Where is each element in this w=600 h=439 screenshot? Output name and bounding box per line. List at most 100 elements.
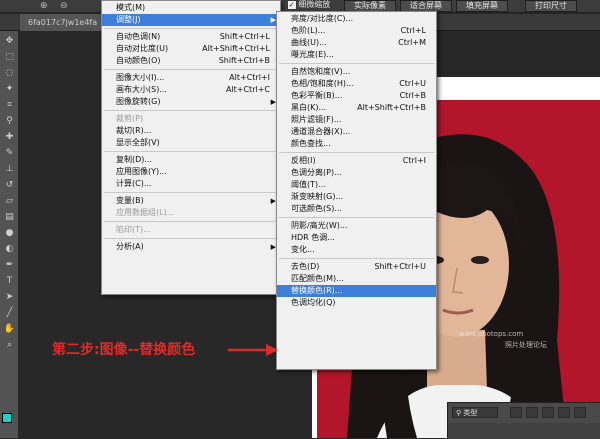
- adjust-menu-item[interactable]: 色彩平衡(B)... Ctrl+B: [277, 90, 436, 102]
- line-tool-icon[interactable]: ╱: [3, 307, 16, 320]
- gradient-tool-icon[interactable]: ▤: [3, 211, 16, 224]
- image-menu-item[interactable]: 计算(C)...: [102, 178, 280, 190]
- menu-separator: [279, 258, 434, 259]
- adjust-menu-item[interactable]: 曝光度(E)...: [277, 49, 436, 61]
- layer-filter-select[interactable]: ⚲ 类型: [452, 407, 498, 418]
- move-tool-icon[interactable]: ✥: [3, 35, 16, 48]
- image-menu-item[interactable]: 显示全部(V): [102, 137, 280, 149]
- image-menu-item[interactable]: 复制(D)...: [102, 154, 280, 166]
- image-menu-item[interactable]: 自动色调(N) Shift+Ctrl+L: [102, 31, 280, 43]
- adjust-menu-item[interactable]: 色调均化(Q): [277, 297, 436, 309]
- adjust-menu-item[interactable]: 去色(D) Shift+Ctrl+U: [277, 261, 436, 273]
- image-menu-item-label: 自动颜色(O): [116, 56, 161, 65]
- image-menu-item: 陷印(T)...: [102, 224, 280, 236]
- adjust-menu-item[interactable]: HDR 色调...: [277, 232, 436, 244]
- filter-type-icon[interactable]: [542, 407, 554, 418]
- adjust-menu-item[interactable]: 反相(I) Ctrl+I: [277, 155, 436, 167]
- lasso-tool-icon[interactable]: ◌: [3, 67, 16, 80]
- adjust-menu-item[interactable]: 曲线(U)... Ctrl+M: [277, 37, 436, 49]
- adjust-menu-item[interactable]: 可选颜色(S)...: [277, 203, 436, 215]
- path-select-icon[interactable]: ➤: [3, 291, 16, 304]
- zoom-out-icon[interactable]: ⊖: [60, 1, 70, 11]
- adjust-menu-item-label: 颜色查找...: [291, 139, 331, 148]
- foreground-color-swatch[interactable]: [2, 413, 12, 423]
- adjust-menu-item[interactable]: 变化...: [277, 244, 436, 256]
- adjust-menu-item-label: 曝光度(E)...: [291, 50, 334, 59]
- adjust-menu-item[interactable]: 阈值(T)...: [277, 179, 436, 191]
- document-tab[interactable]: 6fa017c7jw1e4fa: [20, 14, 102, 31]
- adjust-menu-item-label: HDR 色调...: [291, 233, 335, 242]
- blur-tool-icon[interactable]: ●: [3, 227, 16, 240]
- layers-blend-row: [448, 423, 600, 439]
- adjust-menu-item[interactable]: 颜色查找...: [277, 138, 436, 150]
- adjust-menu-item-label: 阴影/高光(W)...: [291, 221, 348, 230]
- adjust-menu-item-shortcut: Ctrl+I: [402, 156, 426, 165]
- filter-smart-icon[interactable]: [574, 407, 586, 418]
- image-menu-item[interactable]: 图像大小(I)... Alt+Ctrl+I: [102, 72, 280, 84]
- eyedropper-icon[interactable]: ⚲: [3, 115, 16, 128]
- image-menu-item-label: 裁剪(P): [116, 114, 144, 123]
- clone-stamp-icon[interactable]: ⊥: [3, 163, 16, 176]
- adjust-menu-item[interactable]: 色相/饱和度(H)... Ctrl+U: [277, 78, 436, 90]
- watermark-text: 照片处理论坛: [505, 341, 547, 349]
- image-menu-item-label: 调整(J): [116, 15, 141, 24]
- zoom-tool-icon[interactable]: ⌕: [3, 339, 16, 352]
- image-menu-item[interactable]: 画布大小(S)... Alt+Ctrl+C: [102, 84, 280, 96]
- adjust-menu-item[interactable]: 通道混合器(X)...: [277, 126, 436, 138]
- adjust-menu-item-shortcut: Ctrl+M: [398, 38, 426, 47]
- adjust-menu-item-label: 匹配颜色(M)...: [291, 274, 344, 283]
- adjust-menu-item[interactable]: 自然饱和度(V)...: [277, 66, 436, 78]
- filter-adjust-icon[interactable]: [526, 407, 538, 418]
- dodge-tool-icon[interactable]: ◐: [3, 243, 16, 256]
- adjust-menu-item[interactable]: 阴影/高光(W)...: [277, 220, 436, 232]
- crop-tool-icon[interactable]: ⌗: [3, 99, 16, 112]
- adjust-menu-item[interactable]: 匹配颜色(M)...: [277, 273, 436, 285]
- image-menu-item[interactable]: 自动颜色(O) Shift+Ctrl+B: [102, 55, 280, 67]
- adjust-menu-item[interactable]: 色调分离(P)...: [277, 167, 436, 179]
- marquee-tool-icon[interactable]: ⬚: [3, 51, 16, 64]
- magic-wand-icon[interactable]: ✦: [3, 83, 16, 96]
- filter-pixel-icon[interactable]: [510, 407, 522, 418]
- image-menu-item[interactable]: 分析(A) ▶: [102, 241, 280, 253]
- pen-tool-icon[interactable]: ✒: [3, 259, 16, 272]
- image-menu-item[interactable]: 裁切(R)...: [102, 125, 280, 137]
- adjust-menu-item[interactable]: 渐变映射(G)...: [277, 191, 436, 203]
- adjust-menu-item[interactable]: 色阶(L)... Ctrl+L: [277, 25, 436, 37]
- hand-tool-icon[interactable]: ✋: [3, 323, 16, 336]
- image-menu-item[interactable]: 模式(M): [102, 2, 280, 14]
- brush-tool-icon[interactable]: ✎: [3, 147, 16, 160]
- image-menu-item-label: 裁切(R)...: [116, 126, 152, 135]
- print-size-button[interactable]: 打印尺寸: [525, 0, 577, 12]
- healing-brush-icon[interactable]: ✚: [3, 131, 16, 144]
- image-menu-item-label: 图像大小(I)...: [116, 73, 165, 82]
- adjust-menu-item-label: 渐变映射(G)...: [291, 192, 344, 201]
- image-menu-item[interactable]: 自动对比度(U) Alt+Shift+Ctrl+L: [102, 43, 280, 55]
- image-menu-item[interactable]: 调整(J) ▶: [102, 14, 280, 26]
- image-menu-item[interactable]: 图像旋转(G) ▶: [102, 96, 280, 108]
- eraser-icon[interactable]: ▱: [3, 195, 16, 208]
- image-menu-item[interactable]: 应用图像(Y)...: [102, 166, 280, 178]
- image-menu-item-label: 复制(D)...: [116, 155, 153, 164]
- menu-separator: [279, 63, 434, 64]
- adjust-menu-item-label: 色彩平衡(B)...: [291, 91, 343, 100]
- adjust-menu-item[interactable]: 照片滤镜(F)...: [277, 114, 436, 126]
- adjust-menu-item[interactable]: 黑白(K)... Alt+Shift+Ctrl+B: [277, 102, 436, 114]
- watermark-url: www.photops.com: [459, 330, 524, 338]
- adjust-menu-item[interactable]: 亮度/对比度(C)...: [277, 13, 436, 25]
- image-menu-item-label: 应用数据组(L)...: [116, 208, 175, 217]
- adjust-menu-item-shortcut: Ctrl+L: [400, 26, 426, 35]
- type-tool-icon[interactable]: T: [3, 275, 16, 288]
- image-menu-item-shortcut: Alt+Shift+Ctrl+L: [202, 44, 270, 53]
- adjust-menu-item[interactable]: 替换颜色(R)...: [277, 285, 436, 297]
- menu-separator: [104, 69, 278, 70]
- image-menu-item-shortcut: Shift+Ctrl+B: [218, 56, 270, 65]
- adjust-menu-item-shortcut: Ctrl+B: [399, 91, 426, 100]
- fill-screen-button[interactable]: 填充屏幕: [456, 0, 508, 12]
- zoom-in-icon[interactable]: ⊕: [40, 1, 50, 11]
- image-menu-item-label: 变量(B): [116, 196, 144, 205]
- history-brush-icon[interactable]: ↺: [3, 179, 16, 192]
- filter-shape-icon[interactable]: [558, 407, 570, 418]
- image-menu-item-label: 自动色调(N): [116, 32, 161, 41]
- menu-separator: [104, 192, 278, 193]
- image-menu-item[interactable]: 变量(B) ▶: [102, 195, 280, 207]
